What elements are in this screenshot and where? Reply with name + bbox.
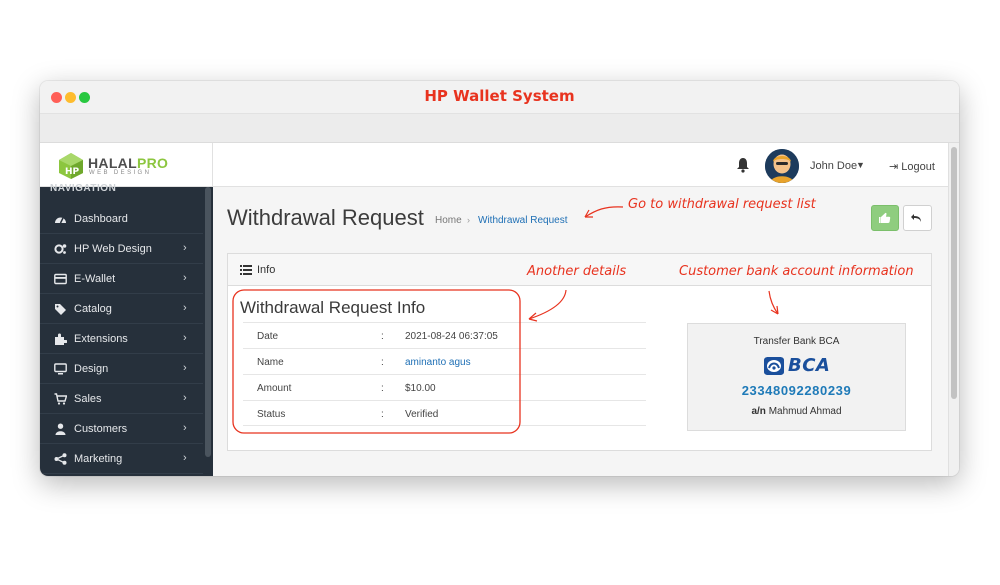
title-bar: HP Wallet System xyxy=(40,81,959,114)
logout-button[interactable]: ⇥ Logout xyxy=(889,160,935,173)
bca-emblem-icon xyxy=(764,357,784,375)
logout-label: Logout xyxy=(901,161,935,173)
back-button[interactable] xyxy=(903,205,932,231)
row-colon: : xyxy=(381,331,384,342)
browser-toolbar xyxy=(40,114,959,143)
page-title: Withdrawal Request xyxy=(227,205,424,230)
panel-heading-title: Info xyxy=(257,264,276,276)
sidebar-item-customers[interactable]: Customers › xyxy=(40,414,203,444)
main-content: Withdrawal Request Home › Withdrawal Req… xyxy=(213,187,948,476)
sidebar-item-label: Sales xyxy=(74,393,102,405)
logout-icon: ⇥ xyxy=(889,161,902,173)
breadcrumb-withdrawal-request[interactable]: Withdrawal Request xyxy=(478,215,567,226)
row-label: Name xyxy=(257,357,284,368)
dashboard-icon xyxy=(55,217,66,224)
caret-down-icon[interactable]: ▼ xyxy=(856,160,865,170)
sidebar-item-extensions[interactable]: Extensions › xyxy=(40,324,203,354)
sidebar-item-label: HP Web Design xyxy=(74,243,152,255)
row-label: Date xyxy=(257,331,279,342)
sidebar-item-e-wallet[interactable]: E-Wallet › xyxy=(40,264,203,294)
table-row: Date : 2021-08-24 06:37:05 xyxy=(243,322,646,348)
info-panel: Info Withdrawal Request Info Date : 2021… xyxy=(227,253,932,451)
bank-account-card: Transfer Bank BCA BCA 23348092280239 a/n… xyxy=(687,323,906,431)
sidebar-item-marketing[interactable]: Marketing › xyxy=(40,444,203,474)
row-label: Amount xyxy=(257,383,292,394)
chevron-right-icon: › xyxy=(183,422,187,434)
row-colon: : xyxy=(381,357,384,368)
holder-prefix: a/n xyxy=(751,406,766,417)
list-icon xyxy=(240,265,252,275)
approve-button[interactable] xyxy=(871,205,899,231)
sidebar-item-label: E-Wallet xyxy=(74,273,116,285)
page-scrollbar-thumb[interactable] xyxy=(951,147,957,399)
sidebar-scrollbar[interactable] xyxy=(205,187,211,457)
row-label: Status xyxy=(257,409,286,420)
user-icon xyxy=(55,423,66,435)
annotation-another-details: Another details xyxy=(527,264,627,279)
cart-icon xyxy=(54,393,67,405)
bank-name: BCA xyxy=(788,355,831,376)
table-row: Status : Verified xyxy=(243,400,646,426)
sidebar-item-label: Design xyxy=(74,363,109,375)
section-title: Withdrawal Request Info xyxy=(240,298,426,317)
puzzle-icon xyxy=(55,333,67,345)
logo-text: HALALPRO xyxy=(88,155,169,171)
user-avatar[interactable] xyxy=(765,149,799,183)
annotation-goto-list: Go to withdrawal request list xyxy=(628,197,816,212)
sidebar-item-dashboard[interactable]: Dashboard xyxy=(40,204,203,234)
bank-transfer-title: Transfer Bank BCA xyxy=(753,336,840,347)
sidebar-heading: NAVIGATION xyxy=(50,183,117,191)
top-header: HP HALALPRO WEB DESIGN John Doe ▼ ⇥ Logo… xyxy=(40,143,948,187)
holder-name: Mahmud Ahmad xyxy=(768,406,842,417)
avatar-figure-icon xyxy=(765,149,799,183)
sidebar-item-label: Catalog xyxy=(74,303,112,315)
breadcrumb-separator: › xyxy=(467,215,470,225)
annotation-bank-info: Customer bank account information xyxy=(679,264,914,279)
hexagon-logo-icon: HP xyxy=(59,153,83,179)
bank-account-number: 23348092280239 xyxy=(741,383,852,398)
reply-icon xyxy=(911,214,921,222)
sidebar-item-hp-web-design[interactable]: HP Web Design › xyxy=(40,234,203,264)
logo-subtitle: WEB DESIGN xyxy=(89,170,152,176)
row-colon: : xyxy=(381,383,384,394)
page-scrollbar[interactable] xyxy=(948,143,959,476)
customer-name-link[interactable]: aminanto agus xyxy=(405,357,471,368)
row-value-amount: $10.00 xyxy=(405,383,436,394)
sidebar-item-label: Customers xyxy=(74,423,128,435)
sidebar-item-label: Dashboard xyxy=(74,213,128,225)
breadcrumb-home[interactable]: Home xyxy=(435,215,462,226)
row-value-status: Verified xyxy=(405,409,439,420)
logo[interactable]: HP HALALPRO WEB DESIGN xyxy=(40,143,213,187)
account-holder: a/n Mahmud Ahmad xyxy=(688,406,905,417)
chevron-right-icon: › xyxy=(183,452,187,464)
monitor-icon xyxy=(54,363,67,375)
sidebar-item-design[interactable]: Design › xyxy=(40,354,203,384)
table-row: Amount : $10.00 xyxy=(243,374,646,400)
cogs-icon xyxy=(54,244,67,254)
chevron-right-icon: › xyxy=(183,302,187,314)
chevron-right-icon: › xyxy=(183,272,187,284)
credit-card-icon xyxy=(54,273,67,285)
chevron-right-icon: › xyxy=(183,332,187,344)
chevron-right-icon: › xyxy=(183,362,187,374)
bell-icon[interactable] xyxy=(736,157,750,173)
svg-text:HP: HP xyxy=(65,167,80,177)
sidebar-item-catalog[interactable]: Catalog › xyxy=(40,294,203,324)
chevron-right-icon: › xyxy=(183,242,187,254)
row-value-date: 2021-08-24 06:37:05 xyxy=(405,331,498,342)
sidebar-item-sales[interactable]: Sales › xyxy=(40,384,203,414)
share-icon xyxy=(54,453,67,465)
row-colon: : xyxy=(381,409,384,420)
sidebar-item-label: Extensions xyxy=(74,333,128,345)
sidebar-item-label: Marketing xyxy=(74,453,123,465)
user-name[interactable]: John Doe xyxy=(810,160,857,172)
tag-icon xyxy=(55,304,66,315)
thumbs-up-icon xyxy=(879,212,891,223)
bca-logo: BCA xyxy=(762,355,834,376)
chevron-right-icon: › xyxy=(183,392,187,404)
sidebar: NAVIGATION Dashboard HP Web Design › E-W… xyxy=(40,183,213,476)
table-row: Name : aminanto agus xyxy=(243,348,646,374)
window-title: HP Wallet System xyxy=(424,87,575,105)
